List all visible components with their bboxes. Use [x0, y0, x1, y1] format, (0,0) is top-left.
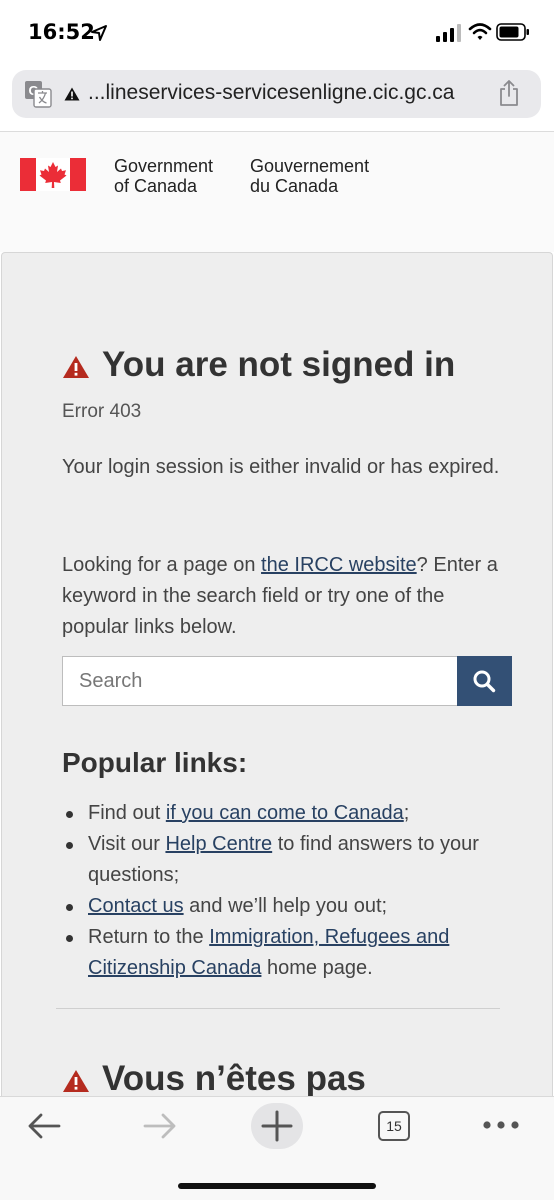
ircc-website-link[interactable]: the IRCC website — [261, 554, 417, 576]
item-prefix: Visit our — [88, 833, 166, 855]
list-item: Return to the Immigration, Refugees and … — [62, 922, 512, 984]
search-button[interactable] — [457, 656, 512, 706]
plus-icon — [261, 1110, 293, 1142]
item-prefix: Return to the — [88, 926, 210, 948]
error-code: Error 403 — [62, 401, 142, 422]
search-form — [62, 656, 512, 706]
search-input[interactable] — [62, 656, 458, 706]
list-item: Contact us and we’ll help you out; — [62, 891, 512, 922]
translate-icon[interactable]: G — [24, 80, 52, 108]
item-prefix: Find out — [88, 802, 166, 824]
battery-icon — [496, 23, 529, 41]
help-centre-link[interactable]: Help Centre — [165, 833, 272, 855]
warning-icon — [63, 356, 89, 378]
language-divider — [56, 1008, 500, 1009]
gov-fr-line1: Gouvernement — [250, 156, 370, 176]
error-panel: You are not signed in Error 403 Your log… — [1, 252, 553, 1100]
item-suffix: and we’ll help you out; — [183, 895, 388, 917]
status-bar: 16:52 — [0, 0, 554, 66]
page-title: You are not signed in — [102, 345, 456, 384]
looking-message: Looking for a page on the IRCC website? … — [62, 550, 512, 643]
item-suffix: ; — [403, 802, 410, 824]
contact-us-link[interactable]: Contact us — [88, 895, 184, 917]
gov-en-line1: Government — [114, 156, 214, 176]
warning-icon — [64, 87, 80, 101]
new-tab-button[interactable] — [251, 1103, 303, 1149]
popular-links-list: Find out if you can come to Canada; Visi… — [62, 798, 512, 984]
forward-arrow-icon[interactable] — [142, 1111, 178, 1141]
wifi-icon — [468, 23, 492, 40]
tab-count-icon[interactable]: 15 — [378, 1111, 410, 1141]
popular-links-heading: Popular links: — [62, 747, 248, 778]
come-to-canada-link[interactable]: if you can come to Canada — [166, 802, 404, 824]
warning-icon — [63, 1070, 89, 1092]
item-suffix: home page. — [261, 957, 373, 979]
gov-en-line2: of Canada — [114, 176, 198, 196]
list-item: Visit our Help Centre to find answers to… — [62, 829, 512, 891]
canada-flag-icon[interactable] — [20, 158, 86, 191]
share-icon[interactable] — [498, 79, 520, 107]
browser-toolbar: 15 — [0, 1096, 554, 1200]
gov-header: Government of Canada Gouvernement du Can… — [0, 132, 554, 252]
session-message: Your login session is either invalid or … — [62, 456, 500, 478]
government-of-canada-en[interactable]: Government of Canada — [114, 156, 244, 196]
url-bar[interactable]: G ...lineservices-servicesenligne.cic.gc… — [12, 70, 541, 118]
search-icon — [473, 670, 496, 693]
gov-fr-line2: du Canada — [250, 176, 339, 196]
list-item: Find out if you can come to Canada; — [62, 798, 512, 829]
status-time: 16:52 — [28, 20, 95, 44]
location-arrow-icon — [91, 25, 107, 41]
government-of-canada-fr[interactable]: Gouvernement du Canada — [250, 156, 410, 196]
back-arrow-icon[interactable] — [26, 1111, 62, 1141]
home-indicator — [178, 1183, 376, 1189]
looking-prefix: Looking for a page on — [62, 554, 262, 576]
url-text[interactable]: ...lineservices-servicesenligne.cic.gc.c… — [88, 81, 454, 105]
cellular-signal-icon — [436, 24, 461, 42]
more-icon[interactable] — [482, 1115, 520, 1135]
page-title-fr: Vous n’êtes pas — [102, 1059, 366, 1098]
